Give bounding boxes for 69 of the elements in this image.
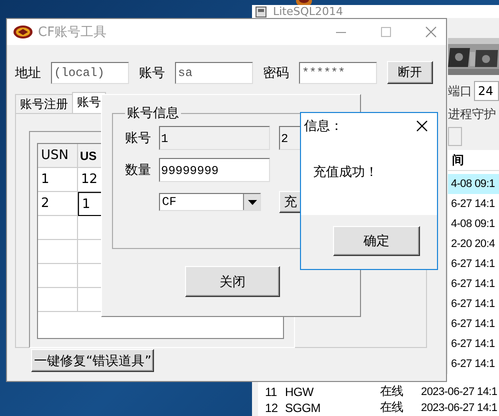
empty-cell[interactable]	[38, 288, 78, 312]
tab[interactable]: 账号注册	[15, 94, 73, 113]
table-row[interactable]: 12 SGGM 在线 2023-06-27 14:1	[258, 399, 499, 415]
table-cell[interactable]: 2	[38, 192, 78, 216]
dialog-title: 信息：	[304, 118, 343, 135]
table-row[interactable]: 6-27 14:1	[448, 354, 499, 374]
table-cell-text: 6-27 14:1	[450, 258, 495, 270]
window-title: CF账号工具	[38, 24, 107, 41]
field-label: 数量	[125, 162, 152, 179]
field[interactable]	[448, 127, 462, 146]
table-row[interactable]: 6-27 14:1	[448, 274, 499, 294]
table-cell[interactable]: 1	[38, 168, 78, 192]
table-cell-text: SGGM	[285, 400, 322, 414]
table-cell-text: 在线	[380, 399, 404, 416]
window-title: LiteSQL2014	[273, 6, 344, 18]
table-cell-text: 4-08 09:1	[450, 178, 495, 190]
disconnect-button[interactable]: 断开	[387, 61, 433, 84]
input-field[interactable]: 99999999	[159, 158, 270, 182]
table-cell-text: 6-27 14:1	[450, 318, 495, 330]
table-cell-text: 6-27 14:1	[450, 278, 495, 290]
column-header: 间	[448, 150, 499, 171]
table-cell-text: 12	[265, 400, 279, 414]
message-text: 充值成功！	[313, 165, 378, 180]
table-row[interactable]: 4-08 09:1	[448, 214, 499, 234]
table-row[interactable]: 2-20 20:4	[448, 234, 499, 254]
table-cell-text: 2023-06-27 14:1	[421, 386, 498, 398]
table-cell-text: 6-27 14:1	[450, 338, 495, 350]
close-icon	[416, 120, 428, 132]
table-row[interactable]: 6-27 14:1	[448, 334, 499, 354]
caret-icon	[248, 200, 256, 204]
input-field[interactable]: (local)	[51, 62, 129, 84]
input-field[interactable]: sa	[175, 62, 253, 84]
table-cell-text: 6-27 14:1	[450, 298, 495, 310]
table-row[interactable]: 6-27 14:1	[448, 294, 499, 314]
table-row[interactable]: 6-27 14:1	[448, 254, 499, 274]
table-row[interactable]: 11 HGW 在线 2023-06-27 14:1	[258, 383, 499, 399]
table-cell-text: 6-27 14:1	[450, 198, 495, 210]
logo-icon	[13, 25, 33, 39]
database-icon	[255, 6, 267, 18]
table-cell-text: HGW	[285, 384, 314, 398]
table-row[interactable]: 6-27 14:1	[448, 194, 499, 214]
column-header[interactable]: USN	[38, 144, 78, 168]
table-cell-text: 2-20 20:4	[450, 238, 495, 250]
input-field: 1	[159, 126, 270, 150]
field-label: 账号	[125, 130, 152, 147]
field-label: 密码	[263, 64, 289, 82]
group-title: 账号信息	[126, 105, 180, 122]
table-cell-text: 2023-06-27 14:1	[421, 402, 498, 414]
table-cell-text: 4-08 09:1	[450, 218, 495, 230]
port-field[interactable]: 24	[474, 81, 499, 101]
empty-cell[interactable]	[38, 216, 78, 240]
table-row[interactable]: 6-27 14:1	[448, 314, 499, 334]
field-label: 地址	[15, 64, 41, 82]
table-cell-text: 6-27 14:1	[450, 358, 495, 370]
close-icon	[425, 26, 437, 38]
ok-button[interactable]: 确定	[333, 226, 420, 256]
daemon-label: 进程守护	[448, 106, 496, 122]
repair-button[interactable]: 一键修复“错误道具”	[31, 349, 154, 372]
table-row[interactable]: 4-08 09:1	[448, 174, 499, 194]
field-label: 账号	[139, 64, 165, 82]
close-button[interactable]: 关闭	[185, 266, 280, 297]
maximize-icon	[380, 26, 392, 38]
empty-cell[interactable]	[38, 264, 78, 288]
table-cell-text: 在线	[380, 383, 404, 400]
empty-cell[interactable]	[38, 240, 78, 264]
port-label: 端口	[448, 82, 472, 100]
table-cell-text: 11	[265, 384, 278, 398]
game-dropdown[interactable]: CF	[159, 193, 261, 211]
input-field[interactable]: ******	[299, 62, 377, 84]
